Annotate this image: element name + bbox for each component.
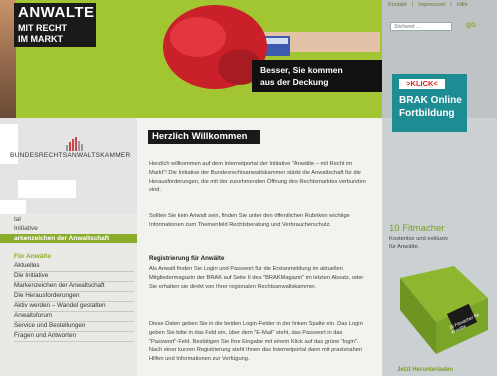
logo-line-2: MIT RECHT xyxy=(18,23,67,33)
nav-item-faq[interactable]: Fragen und Antworten xyxy=(14,332,134,342)
brak-wordmark: BUNDESRECHTSANWALTSKAMMER xyxy=(10,152,131,159)
slogan-line-1: Besser, Sie kommen xyxy=(260,65,343,75)
nav-item-start[interactable]: tal xyxy=(14,216,21,223)
ad-title-line-2: Fortbildung xyxy=(399,108,455,119)
search-go-button[interactable]: go xyxy=(466,20,476,29)
impressum-link[interactable]: Impressum xyxy=(418,2,445,8)
nav-item-service[interactable]: Service und Bestellungen xyxy=(14,322,134,332)
logo-line-1: ANWALTE xyxy=(18,4,95,21)
brak-logo-icon xyxy=(66,137,83,151)
fitmacher-subtitle-1: Kostenlos und exklusiv xyxy=(389,236,448,242)
campaign-logo[interactable]: ANWALTE MIT RECHT IM MARKT xyxy=(14,3,96,47)
nav-item-markenzeichen[interactable]: Markenzeichen der Anwaltschaft xyxy=(14,282,134,292)
registration-paragraph: Als Anwalt finden Sie Login und Passwort… xyxy=(149,266,364,290)
slogan-line-2: aus der Deckung xyxy=(260,77,329,87)
fitmacher-subtitle-2: für Anwälte. xyxy=(389,244,420,250)
white-block xyxy=(18,180,76,198)
registration-heading: Registrierung für Anwälte xyxy=(149,255,225,262)
nav-section-title: Für Anwälte xyxy=(14,253,51,260)
page-title: Herzlich Willkommen xyxy=(148,130,260,144)
intro-paragraph: Herzlich willkommen auf dem Internetport… xyxy=(149,161,366,194)
nav-item-aktuelles[interactable]: Aktuelles xyxy=(14,262,134,272)
separator: | xyxy=(411,2,414,8)
nav-item-herausforderungen[interactable]: Die Herausforderungen xyxy=(14,292,134,302)
nav-item-aktiv-werden[interactable]: Aktiv werden – Wandel gestalten xyxy=(14,302,134,312)
login-instructions-paragraph: Diese Daten geben Sie in die beiden Logi… xyxy=(149,321,363,363)
download-link[interactable]: Jetzt Herunterladen xyxy=(397,367,453,373)
hilfe-link[interactable]: Hilfe xyxy=(457,2,468,8)
nav-item-anwaltsforum[interactable]: Anwaltsforum xyxy=(14,312,134,322)
nav-item-initiative[interactable]: Initiative xyxy=(14,225,38,232)
kontakt-link[interactable]: Kontakt xyxy=(388,2,407,8)
top-links: Kontakt | Impressum | Hilfe xyxy=(388,2,473,8)
search-input[interactable] xyxy=(390,22,452,31)
public-info-paragraph: Sollten Sie kein Anwalt sein, finden Sie… xyxy=(149,213,350,228)
slogan-box: Besser, Sie kommen aus der Deckung xyxy=(252,60,382,92)
white-block xyxy=(0,200,26,214)
ad-title-line-1: BRAK Online xyxy=(399,95,462,106)
ad-klick-badge: >KLICK< xyxy=(399,79,445,89)
fitmacher-title[interactable]: 10 Fitmacher xyxy=(389,223,444,234)
logo-line-3: IM MARKT xyxy=(18,34,63,44)
nav-item-die-initiative[interactable]: Die Initiative xyxy=(14,272,134,282)
nav-item-active[interactable]: arkenzeichen der Anwaltschaft xyxy=(0,234,137,243)
separator: | xyxy=(450,2,452,8)
nav-active-label: arkenzeichen der Anwaltschaft xyxy=(14,235,110,242)
